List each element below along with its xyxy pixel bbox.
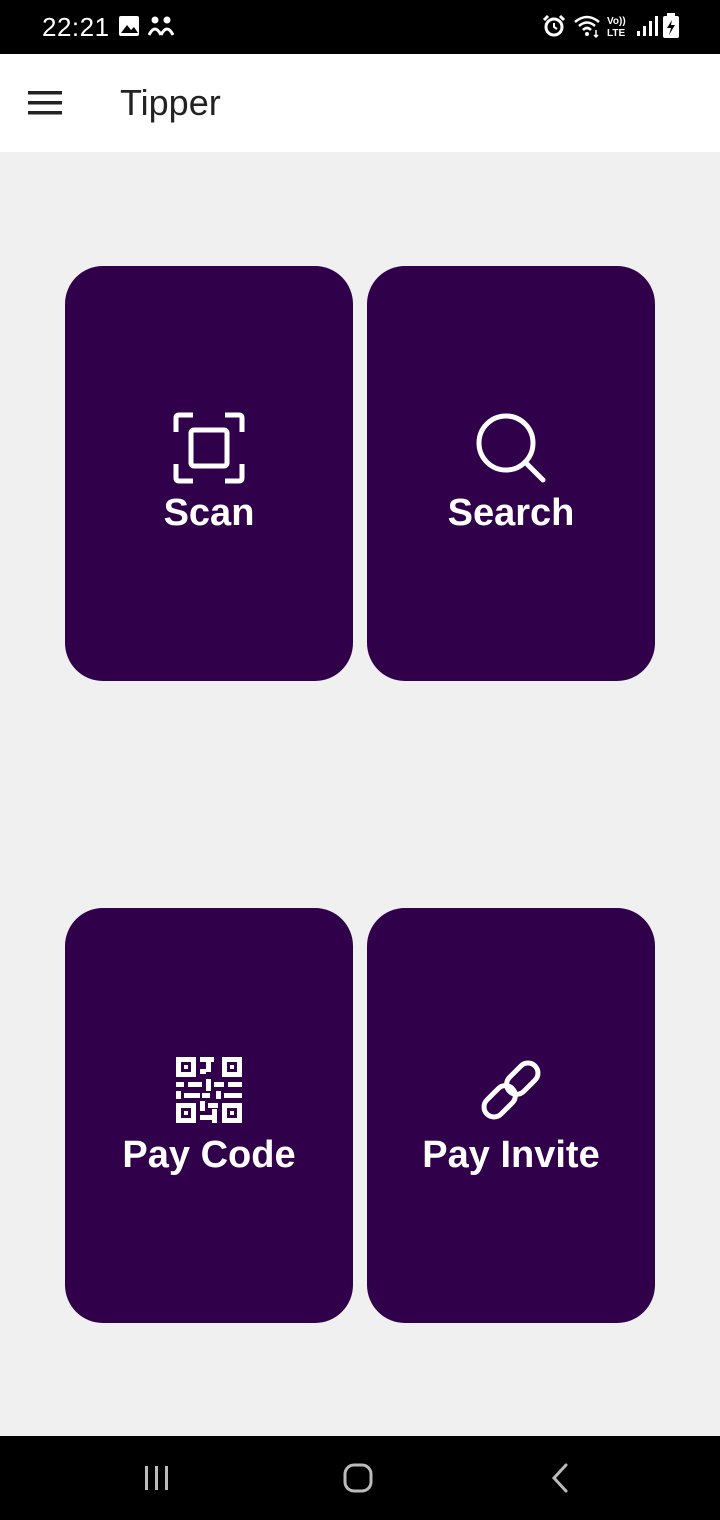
status-bar: 22:21 Vo)) LTE xyxy=(0,0,720,54)
search-icon xyxy=(474,411,548,485)
home-icon[interactable] xyxy=(328,1458,388,1498)
svg-text:Vo)): Vo)) xyxy=(607,16,626,27)
scan-tile-button[interactable]: Scan xyxy=(65,266,353,681)
wifi-icon xyxy=(573,14,601,43)
link-icon xyxy=(474,1053,548,1127)
scan-label: Scan xyxy=(163,492,255,534)
battery-charging-icon xyxy=(662,13,680,44)
pay-invite-label: Pay Invite xyxy=(422,1134,600,1176)
alarm-icon xyxy=(542,14,566,43)
svg-text:LTE: LTE xyxy=(607,28,625,38)
signal-icon xyxy=(636,14,658,43)
pay-code-tile-button[interactable]: Pay Code xyxy=(65,908,353,1323)
search-tile-button[interactable]: Search xyxy=(367,266,655,681)
app-title: Tipper xyxy=(120,82,221,123)
app-bar: Tipper xyxy=(0,54,720,152)
pay-invite-tile-button[interactable]: Pay Invite xyxy=(367,908,655,1323)
scan-frame-icon xyxy=(172,411,246,485)
back-icon[interactable] xyxy=(530,1458,590,1498)
status-time: 22:21 xyxy=(42,12,110,42)
qr-code-icon xyxy=(172,1053,246,1127)
hamburger-menu-icon[interactable] xyxy=(22,80,68,126)
gallery-icon xyxy=(118,15,140,42)
pay-code-label: Pay Code xyxy=(122,1134,296,1176)
search-label: Search xyxy=(447,492,575,534)
navigation-bar xyxy=(0,1436,720,1520)
recent-apps-icon[interactable] xyxy=(127,1458,187,1498)
volte-lte-icon: Vo)) LTE xyxy=(606,14,632,43)
people-icon xyxy=(147,15,175,42)
